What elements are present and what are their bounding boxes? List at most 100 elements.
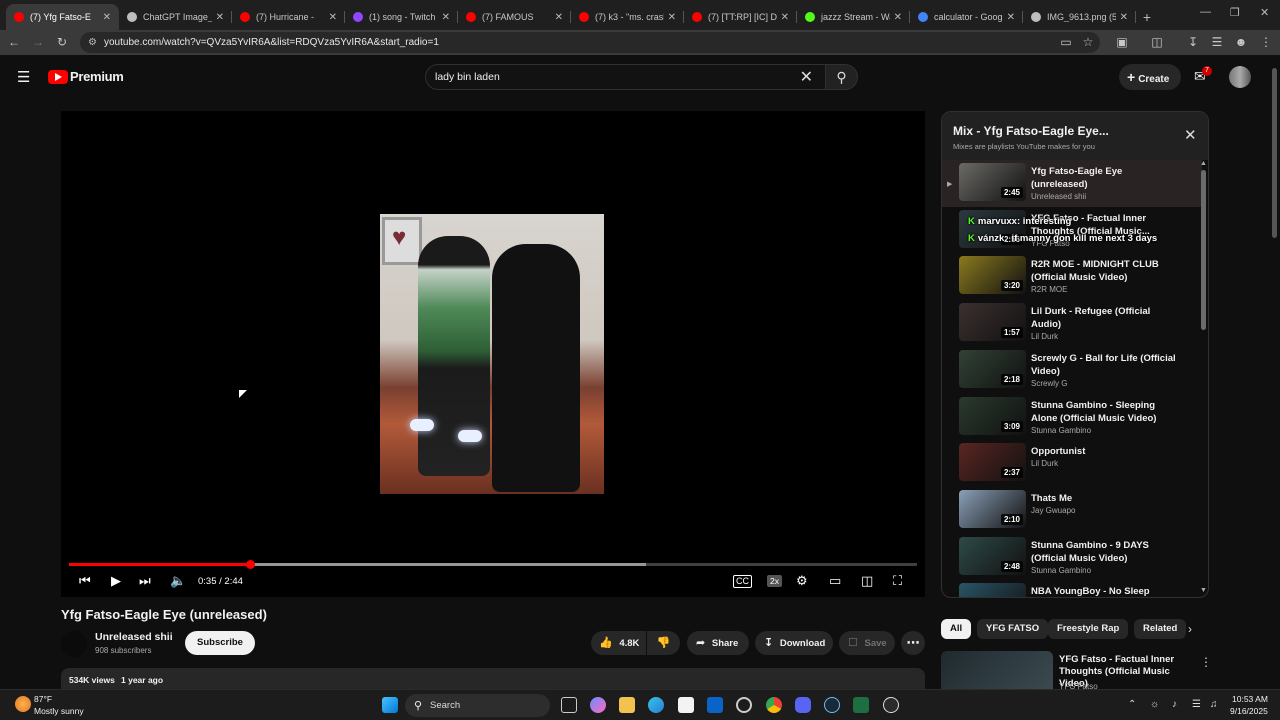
browser-tab[interactable]: calculator - Goog ✕ <box>910 4 1023 30</box>
sidebar-icon[interactable]: ◫ <box>1149 35 1165 49</box>
channel-name[interactable]: Unreleased shii <box>95 631 173 643</box>
subscribe-button[interactable]: Subscribe <box>185 631 255 655</box>
chips-next-icon[interactable]: › <box>1188 622 1192 636</box>
create-button[interactable]: + Create <box>1119 64 1181 90</box>
downloads-icon[interactable]: ↧ <box>1185 35 1201 49</box>
tab-close-icon[interactable]: ✕ <box>103 12 111 23</box>
settings-app-icon[interactable] <box>736 697 752 713</box>
previous-icon[interactable]: ⏮ <box>79 573 91 589</box>
tab-close-icon[interactable]: ✕ <box>555 12 563 23</box>
clock-date[interactable]: 9/16/2025 <box>1230 706 1268 716</box>
playlist-item[interactable]: 2:10 Thats Me Jay Gwuapo <box>942 487 1202 534</box>
browser-tab[interactable]: (1) song - Twitch ✕ <box>345 4 458 30</box>
playlist-item[interactable]: 1:57 Lil Durk - Refugee (Official Audio) L… <box>942 300 1202 347</box>
tab-close-icon[interactable]: ✕ <box>442 12 450 23</box>
browser-menu-icon[interactable]: ⋮ <box>1258 35 1274 49</box>
browser-tab[interactable]: IMG_9613.png (5) ✕ <box>1023 4 1136 30</box>
microphone-icon[interactable]: ♪ <box>1172 699 1177 710</box>
recommended-thumbnail[interactable] <box>941 651 1053 689</box>
filter-chip[interactable]: Freestyle Rap <box>1048 619 1129 639</box>
profile-icon[interactable]: ☻ <box>1233 35 1249 49</box>
speed-badge[interactable]: 2x <box>767 575 782 587</box>
search-button[interactable]: ⚲ <box>825 64 858 90</box>
tab-close-icon[interactable]: ✕ <box>216 12 224 23</box>
chrome-icon[interactable] <box>766 697 782 713</box>
logo-text[interactable]: Premium <box>70 69 124 84</box>
theater-mode-icon[interactable]: ▭ <box>829 573 841 589</box>
speaker-icon[interactable]: ♫ <box>1210 699 1218 710</box>
copilot-icon[interactable] <box>590 697 606 713</box>
description-box[interactable]: 534K views 1 year ago <box>61 668 925 690</box>
install-app-icon[interactable]: ▭ <box>1058 35 1074 49</box>
site-info-icon[interactable]: ⚙ <box>88 37 97 48</box>
cast-icon[interactable]: ◫ <box>861 573 873 589</box>
browser-tab[interactable]: (7) Hurricane - ✕ <box>232 4 345 30</box>
volume-icon[interactable]: 🔈 <box>170 573 186 589</box>
browser-tab[interactable]: (7) FAMOUS ✕ <box>458 4 571 30</box>
browser-tab[interactable]: ChatGPT Image_S ✕ <box>119 4 232 30</box>
tab-close-icon[interactable]: ✕ <box>1120 12 1128 23</box>
close-window-icon[interactable]: ✕ <box>1260 6 1269 19</box>
forward-icon[interactable]: → <box>30 35 46 49</box>
clock-time[interactable]: 10:53 AM <box>1232 694 1268 704</box>
browser-tab[interactable]: jazzz Stream - Wa ✕ <box>797 4 910 30</box>
edge-icon[interactable] <box>648 697 664 713</box>
playlist-item[interactable]: 3:20 R2R MOE - MIDNIGHT CLUB (Official Mu… <box>942 253 1202 300</box>
scroll-down-icon[interactable]: ▼ <box>1200 587 1207 594</box>
tab-close-icon[interactable]: ✕ <box>668 12 676 23</box>
playlist-item[interactable]: 2:18 Screwly G - Ball for Life (Official … <box>942 347 1202 394</box>
tab-close-icon[interactable]: ✕ <box>1007 12 1015 23</box>
browser-tab[interactable]: (7) k3 - "ms. crash ✕ <box>571 4 684 30</box>
video-player[interactable]: ♥ ⏮ ▶ ⏭ 🔈 0:35 / 2:44 CC 2x ⚙ ▭ ◫ ⛶ <box>61 111 925 597</box>
playlist-item[interactable]: 2:48 Stunna Gambino - 9 DAYS (Official Mu… <box>942 534 1202 581</box>
excel-icon[interactable] <box>853 697 869 713</box>
download-button[interactable]: ↧ Download <box>755 631 833 655</box>
reload-icon[interactable]: ↻ <box>54 35 70 49</box>
task-view-icon[interactable] <box>561 697 577 713</box>
windows-start-icon[interactable] <box>382 697 398 713</box>
dislike-button[interactable]: 👎 <box>647 631 680 655</box>
playlist-item[interactable]: 3:09 Stunna Gambino - Sleeping Alone (Off… <box>942 394 1202 441</box>
more-actions-button[interactable]: ⋯ <box>901 631 925 655</box>
fullscreen-icon[interactable]: ⛶ <box>893 573 902 589</box>
youtube-logo-icon[interactable] <box>48 70 68 84</box>
filter-chip[interactable]: All <box>941 619 972 639</box>
filter-chip[interactable]: Related <box>1134 619 1187 639</box>
network-icon[interactable]: ☼ <box>1150 699 1159 710</box>
browser-tab[interactable]: (7) Yfg Fatso-E ✕ <box>6 4 119 30</box>
like-button[interactable]: 👍 4.8K <box>591 631 646 655</box>
media-control-icon[interactable]: ☰ <box>1209 35 1225 49</box>
maximize-icon[interactable]: ❐ <box>1230 6 1240 19</box>
steam-icon[interactable] <box>824 697 840 713</box>
account-avatar[interactable] <box>1229 66 1251 88</box>
wifi-icon[interactable]: ☰ <box>1192 699 1201 710</box>
hamburger-menu-icon[interactable]: ☰ <box>17 68 30 86</box>
page-scrollbar[interactable] <box>1272 68 1277 238</box>
media-player-icon[interactable] <box>883 697 899 713</box>
subtitles-icon[interactable]: CC <box>733 575 752 588</box>
tab-close-icon[interactable]: ✕ <box>329 12 337 23</box>
playlist-item[interactable]: 2:37 Opportunist Lil Durk <box>942 440 1202 487</box>
taskbar-search[interactable]: ⚲ Search <box>405 694 550 717</box>
next-icon[interactable]: ⏭ <box>139 573 151 589</box>
playlist-item[interactable]: NBA YoungBoy - No Sleep <box>942 580 1202 597</box>
tab-close-icon[interactable]: ✕ <box>894 12 902 23</box>
search-input[interactable]: lady bin laden ✕ <box>425 64 825 90</box>
address-bar[interactable]: ⚙ youtube.com/watch?v=QVza5YvIR6A&list=R… <box>80 32 1100 53</box>
back-icon[interactable]: ← <box>6 35 22 49</box>
store-icon[interactable] <box>678 697 694 713</box>
clear-search-icon[interactable]: ✕ <box>800 67 813 87</box>
file-explorer-icon[interactable] <box>619 697 635 713</box>
close-playlist-icon[interactable]: ✕ <box>1184 126 1197 144</box>
playlist-scrollbar[interactable] <box>1201 170 1206 330</box>
outlook-icon[interactable] <box>707 697 723 713</box>
tray-overflow-icon[interactable]: ⌃ <box>1128 699 1136 710</box>
tab-close-icon[interactable]: ✕ <box>781 12 789 23</box>
playlist-item[interactable]: ▶ 2:45 Yfg Fatso-Eagle Eye (unreleased) Unr… <box>942 160 1202 207</box>
minimize-icon[interactable]: — <box>1200 6 1211 18</box>
browser-tab[interactable]: (7) [TT:RP] [IC] Du ✕ <box>684 4 797 30</box>
save-button[interactable]: ☐ Save <box>839 631 895 655</box>
share-button[interactable]: ➦ Share <box>687 631 749 655</box>
extensions-icon[interactable]: ▣ <box>1114 35 1130 49</box>
progress-scrubber[interactable] <box>245 560 255 569</box>
